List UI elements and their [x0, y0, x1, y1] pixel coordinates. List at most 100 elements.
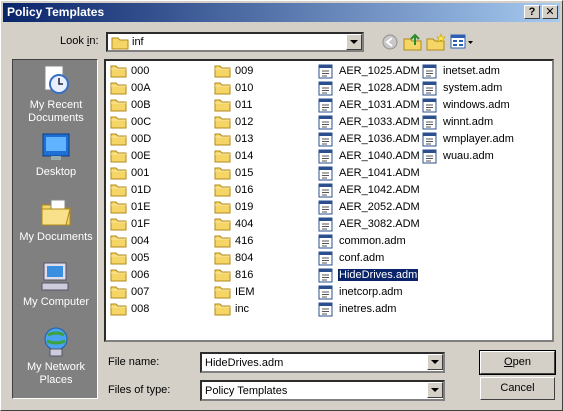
folder-item[interactable]: 010: [212, 80, 312, 97]
folder-icon: [110, 303, 127, 316]
adm-file-icon: [318, 251, 333, 266]
item-label: AER_3082.ADM: [339, 218, 420, 230]
file-item[interactable]: AER_1040.ADM: [316, 148, 420, 165]
file-list[interactable]: 000 00A 00B 00C 00D 00E 001 01D 01E 01F 004 005 006 0…: [104, 59, 554, 342]
cancel-button[interactable]: Cancel: [480, 377, 555, 400]
file-item[interactable]: AER_2052.ADM: [316, 199, 420, 216]
item-label: 00A: [131, 82, 151, 94]
folder-item[interactable]: 007: [108, 284, 208, 301]
folder-item[interactable]: 000: [108, 63, 208, 80]
file-item[interactable]: AER_1041.ADM: [316, 165, 420, 182]
adm-file-icon: [318, 200, 333, 215]
file-item[interactable]: winnt.adm: [420, 114, 520, 131]
file-type-select[interactable]: Policy Templates: [200, 380, 445, 401]
folder-icon: [214, 235, 231, 248]
up-folder-icon[interactable]: [402, 32, 424, 52]
folder-item[interactable]: 00C: [108, 114, 208, 131]
folder-item[interactable]: 006: [108, 267, 208, 284]
item-label: HideDrives.adm: [336, 268, 420, 282]
folder-item[interactable]: 01E: [108, 199, 208, 216]
folder-item[interactable]: 011: [212, 97, 312, 114]
item-label: windows.adm: [443, 99, 510, 111]
folder-item[interactable]: 016: [212, 182, 312, 199]
file-item[interactable]: conf.adm: [316, 250, 420, 267]
file-item[interactable]: wuau.adm: [420, 148, 520, 165]
file-item[interactable]: inetres.adm: [316, 301, 420, 318]
views-menu-icon[interactable]: [449, 32, 475, 52]
file-item[interactable]: AER_1031.ADM: [316, 97, 420, 114]
file-item[interactable]: AER_1028.ADM: [316, 80, 420, 97]
folder-icon: [110, 133, 127, 146]
folder-item[interactable]: 01F: [108, 216, 208, 233]
item-label: AER_1042.ADM: [339, 184, 420, 196]
folder-item[interactable]: 00B: [108, 97, 208, 114]
file-item[interactable]: AER_3082.ADM: [316, 216, 420, 233]
folder-item[interactable]: 816: [212, 267, 312, 284]
folder-item[interactable]: 015: [212, 165, 312, 182]
adm-file-icon: [318, 132, 333, 147]
item-label: AER_1036.ADM: [339, 133, 420, 145]
adm-file-icon: [422, 149, 437, 164]
item-label: 014: [235, 150, 254, 162]
help-button[interactable]: ?: [524, 5, 540, 19]
item-label: 007: [131, 286, 150, 298]
look-in-dropdown[interactable]: inf: [106, 32, 364, 52]
look-in-dropdown-button[interactable]: [346, 34, 362, 50]
file-item[interactable]: system.adm: [420, 80, 520, 97]
item-label: 004: [131, 235, 150, 247]
folder-icon: [110, 65, 127, 78]
folder-item[interactable]: 009: [212, 63, 312, 80]
folder-item[interactable]: 019: [212, 199, 312, 216]
file-type-dropdown-button[interactable]: [427, 382, 443, 398]
folder-item[interactable]: 012: [212, 114, 312, 131]
folder-item[interactable]: 00A: [108, 80, 208, 97]
item-label: 010: [235, 82, 254, 94]
item-label: 016: [235, 184, 254, 196]
file-item[interactable]: inetset.adm: [420, 63, 520, 80]
adm-file-icon: [422, 132, 437, 147]
file-name-value[interactable]: HideDrives.adm: [205, 357, 283, 369]
title-bar[interactable]: Policy Templates ? ✕: [3, 3, 560, 22]
folder-item[interactable]: 013: [212, 131, 312, 148]
folder-item[interactable]: 404: [212, 216, 312, 233]
place-desktop[interactable]: Desktop: [13, 130, 99, 179]
file-item[interactable]: AER_1025.ADM: [316, 63, 420, 80]
open-button[interactable]: Open: [479, 350, 556, 375]
file-item[interactable]: inetcorp.adm: [316, 284, 420, 301]
folder-item[interactable]: 008: [108, 301, 208, 318]
folder-item[interactable]: 014: [212, 148, 312, 165]
file-name-label: File name:: [108, 356, 160, 368]
folder-item[interactable]: 00D: [108, 131, 208, 148]
place-my-computer[interactable]: My Computer: [13, 260, 99, 309]
file-item[interactable]: AER_1042.ADM: [316, 182, 420, 199]
back-icon[interactable]: [379, 32, 401, 52]
new-folder-icon[interactable]: [425, 32, 447, 52]
desktop-icon: [42, 133, 70, 160]
folder-item[interactable]: 001: [108, 165, 208, 182]
folder-item[interactable]: 005: [108, 250, 208, 267]
folder-item[interactable]: 004: [108, 233, 208, 250]
folder-item[interactable]: 00E: [108, 148, 208, 165]
file-item[interactable]: wmplayer.adm: [420, 131, 520, 148]
file-item[interactable]: AER_1036.ADM: [316, 131, 420, 148]
item-label: system.adm: [443, 82, 503, 94]
file-item[interactable]: windows.adm: [420, 97, 520, 114]
file-name-dropdown-button[interactable]: [427, 354, 443, 370]
close-button[interactable]: ✕: [542, 5, 558, 19]
folder-icon: [214, 99, 231, 112]
file-item[interactable]: HideDrives.adm: [316, 267, 420, 284]
folder-item[interactable]: 416: [212, 233, 312, 250]
folder-item[interactable]: IEM: [212, 284, 312, 301]
folder-item[interactable]: inc: [212, 301, 312, 318]
file-name-field[interactable]: HideDrives.adm: [200, 352, 445, 373]
file-item[interactable]: AER_1033.ADM: [316, 114, 420, 131]
place-my-network-places[interactable]: My Network Places: [13, 325, 99, 387]
item-label: 00D: [131, 133, 152, 145]
item-label: common.adm: [339, 235, 406, 247]
file-item[interactable]: common.adm: [316, 233, 420, 250]
folder-item[interactable]: 01D: [108, 182, 208, 199]
folder-icon: [110, 235, 127, 248]
place-my-documents[interactable]: My Documents: [13, 195, 99, 244]
place-my-recent-documents[interactable]: My Recent Documents: [13, 63, 99, 125]
folder-item[interactable]: 804: [212, 250, 312, 267]
